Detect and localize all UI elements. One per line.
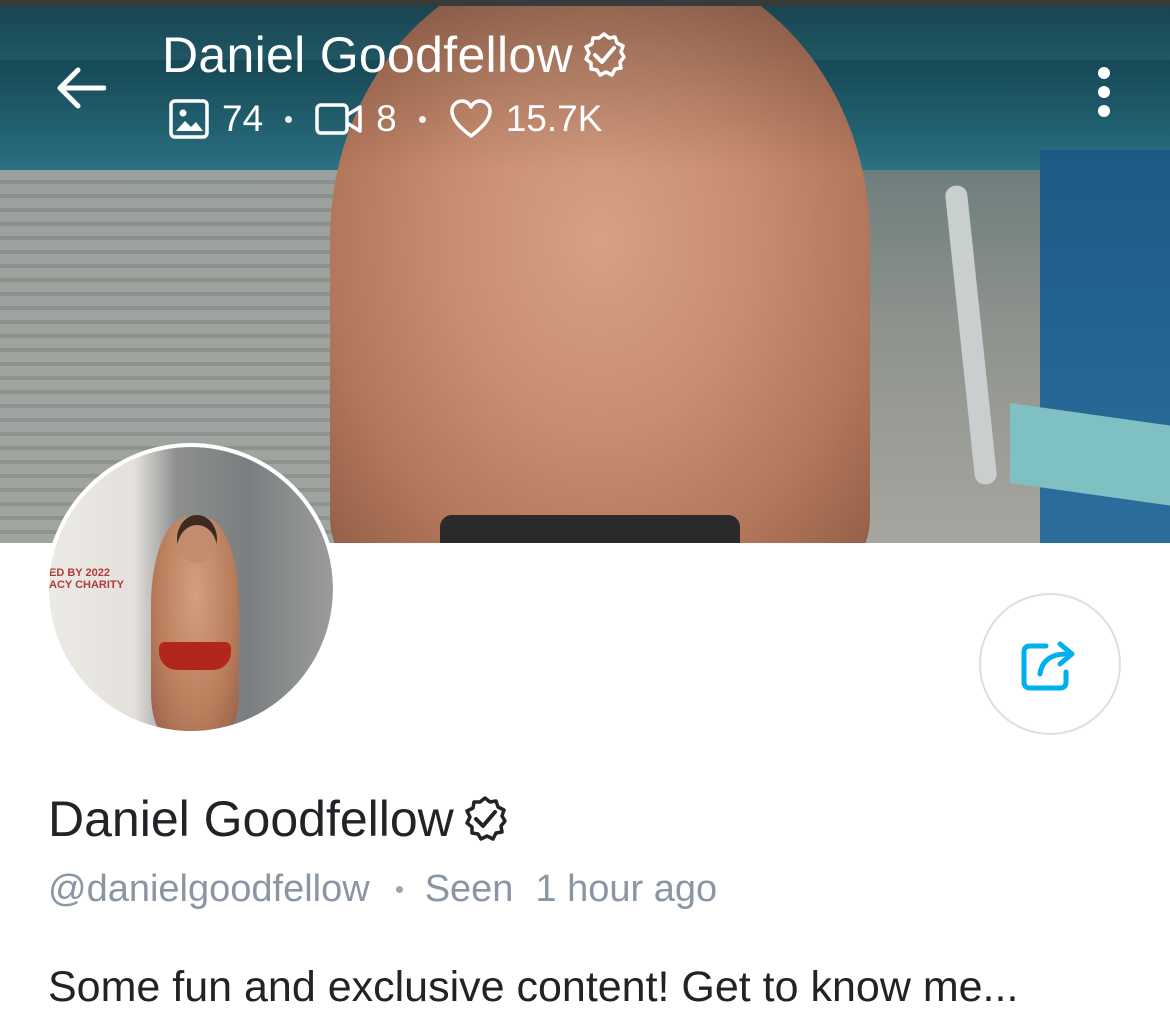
- profile-name-text: Daniel Goodfellow: [48, 791, 454, 847]
- verified-badge-icon: [579, 30, 629, 80]
- avatar-sign-text: ED BY 2022 ACY CHARITY: [49, 567, 124, 591]
- avatar-image: ED BY 2022 ACY CHARITY: [49, 447, 333, 731]
- profile-meta: @danielgoodfellow Seen 1 hour ago: [48, 868, 717, 911]
- more-options-button[interactable]: [1082, 62, 1126, 122]
- photos-stat[interactable]: 74: [168, 98, 263, 140]
- video-camera-icon: [315, 103, 362, 135]
- share-icon: [1021, 641, 1075, 691]
- meta-separator: [395, 886, 403, 893]
- videos-stat[interactable]: 8: [314, 98, 397, 140]
- stat-separator: [285, 115, 293, 123]
- header-stats: 74 8 15.7K: [168, 98, 602, 140]
- image-icon: [169, 99, 209, 139]
- stat-separator: [418, 115, 426, 123]
- avatar[interactable]: ED BY 2022 ACY CHARITY: [45, 443, 337, 735]
- profile-bio[interactable]: Some fun and exclusive content! Get to k…: [48, 963, 1018, 1012]
- videos-count: 8: [376, 98, 397, 139]
- more-vertical-icon: [1098, 67, 1110, 117]
- header-name: Daniel Goodfellow: [162, 27, 573, 83]
- seen-label: Seen: [424, 868, 514, 910]
- share-button[interactable]: [979, 593, 1121, 735]
- arrow-left-icon: [57, 67, 106, 109]
- likes-stat[interactable]: 15.7K: [448, 98, 603, 140]
- header-title: Daniel Goodfellow: [162, 26, 629, 84]
- profile-page: Daniel Goodfellow 74 8 15.7K ED BY 2022 …: [0, 0, 1170, 1031]
- seen-time: 1 hour ago: [535, 868, 718, 910]
- heart-icon: [449, 99, 492, 138]
- likes-count: 15.7K: [505, 98, 603, 139]
- username: @danielgoodfellow: [48, 868, 370, 910]
- back-button[interactable]: [50, 60, 110, 116]
- verified-badge-icon: [460, 794, 510, 844]
- photos-count: 74: [222, 98, 264, 139]
- profile-name: Daniel Goodfellow: [48, 790, 510, 848]
